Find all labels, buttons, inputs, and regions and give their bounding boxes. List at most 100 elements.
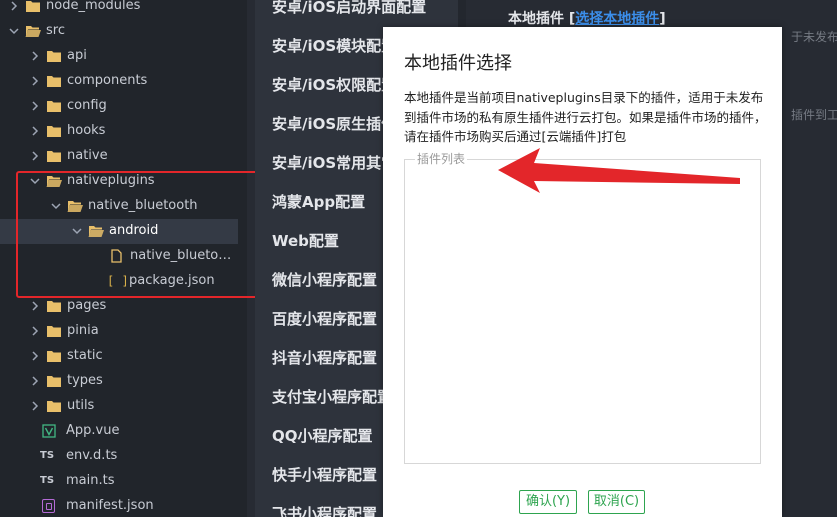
tree-item-main-ts[interactable]: TS main.ts xyxy=(0,469,247,494)
dialog-title: 本地插件选择 xyxy=(404,53,512,74)
tree-item-label: nativeplugins xyxy=(67,173,155,188)
tree-item-android[interactable]: android xyxy=(0,219,238,244)
folder-icon xyxy=(47,51,61,62)
file-icon xyxy=(111,249,122,263)
tree-item-label: env.d.ts xyxy=(66,448,118,463)
tree-item-static[interactable]: static xyxy=(0,344,247,369)
tree-item-label: api xyxy=(67,48,87,63)
tree-item-native[interactable]: native xyxy=(0,144,247,169)
tree-item-types[interactable]: types xyxy=(0,369,247,394)
chevron-right-icon[interactable] xyxy=(29,299,41,313)
tree-item-native-bluetooth[interactable]: native_bluetooth xyxy=(0,194,247,219)
chevron-down-icon[interactable] xyxy=(71,224,83,238)
chevron-down-icon[interactable] xyxy=(29,174,41,188)
tree-item-api[interactable]: api xyxy=(0,44,247,69)
settings-nav-item[interactable]: 安卓/iOS常用其它 xyxy=(272,151,396,175)
tree-item-label: config xyxy=(67,98,107,113)
tree-item-components[interactable]: components xyxy=(0,69,247,94)
chevron-right-icon[interactable] xyxy=(29,324,41,338)
tree-item-package-json[interactable]: [ ] package.json xyxy=(0,269,247,294)
settings-nav-item[interactable]: QQ小程序配置 xyxy=(272,424,373,448)
settings-nav-item[interactable]: 百度小程序配置 xyxy=(272,307,377,331)
tree-item-label: native_bluetoot... xyxy=(130,248,234,263)
tree-item-label: package.json xyxy=(129,273,215,288)
tree-item-native-bluetoot[interactable]: native_bluetoot... xyxy=(0,244,247,269)
tree-item-app-vue[interactable]: App.vue xyxy=(0,419,247,444)
plugin-list[interactable]: 插件列表 xyxy=(404,152,761,464)
folder-icon xyxy=(47,101,61,112)
chevron-right-icon[interactable] xyxy=(29,399,41,413)
chevron-down-icon[interactable] xyxy=(50,199,62,213)
settings-nav-item[interactable]: 飞书小程序配置 xyxy=(272,502,377,517)
tree-item-label: main.ts xyxy=(66,473,115,488)
folder-icon xyxy=(47,151,61,162)
folder-icon xyxy=(26,1,40,12)
settings-nav-item[interactable]: 安卓/iOS权限配置 xyxy=(272,73,396,97)
tree-item-nativeplugins[interactable]: nativeplugins xyxy=(0,169,247,194)
folder-icon xyxy=(47,401,61,412)
folder-open-icon xyxy=(88,226,104,237)
chevron-right-icon[interactable] xyxy=(29,124,41,138)
folder-icon xyxy=(47,326,61,337)
red-arrow-annotation xyxy=(498,148,740,193)
chevron-right-icon[interactable] xyxy=(29,74,41,88)
settings-nav-item[interactable]: 安卓/iOS原生插件 xyxy=(272,112,396,136)
json-file-icon: [ ] xyxy=(107,274,129,288)
local-plugin-header-suffix: ] xyxy=(659,11,666,27)
settings-nav-item[interactable]: 安卓/iOS模块配置 xyxy=(272,34,396,58)
chevron-right-icon[interactable] xyxy=(8,0,20,13)
explorer-scrollbar[interactable] xyxy=(238,0,247,517)
vue-file-icon xyxy=(42,424,56,438)
local-plugin-header: 本地插件 [选择本地插件] xyxy=(508,8,666,28)
settings-nav-item[interactable]: 快手小程序配置 xyxy=(272,463,377,487)
settings-nav-item[interactable]: 安卓/iOS启动界面配置 xyxy=(272,0,426,19)
tree-item-env-d-ts[interactable]: TS env.d.ts xyxy=(0,444,247,469)
tree-item-label: src xyxy=(46,23,65,38)
tree-item-label: static xyxy=(67,348,103,363)
local-plugin-header-prefix: 本地插件 [ xyxy=(508,11,576,27)
cancel-button[interactable]: 取消(C) xyxy=(588,490,645,514)
manifest-file-icon xyxy=(42,499,55,513)
tree-item-label: components xyxy=(67,73,148,88)
chevron-right-icon[interactable] xyxy=(29,149,41,163)
confirm-button[interactable]: 确认(Y) xyxy=(519,490,577,514)
settings-nav-item[interactable]: Web配置 xyxy=(272,229,339,253)
settings-nav-item[interactable]: 支付宝小程序配置 xyxy=(272,385,392,409)
folder-open-icon xyxy=(25,26,41,37)
tree-item-label: types xyxy=(67,373,103,388)
chevron-right-icon[interactable] xyxy=(29,99,41,113)
tree-item-pinia[interactable]: pinia xyxy=(0,319,247,344)
tree-item-label: pinia xyxy=(67,323,99,338)
settings-nav-item[interactable]: 鸿蒙App配置 xyxy=(272,190,365,214)
tree-item-label: pages xyxy=(67,298,107,313)
tree-item-label: native_bluetooth xyxy=(88,198,198,213)
folder-icon xyxy=(47,351,61,362)
faded-description-2: 插件到工程中 xyxy=(791,108,837,122)
tree-item-src[interactable]: src xyxy=(0,19,247,44)
tree-item-node-modules[interactable]: node_modules xyxy=(0,0,247,19)
plugin-list-legend: 插件列表 xyxy=(415,152,468,166)
local-plugin-dialog: 本地插件选择 本地插件是当前项目nativeplugins目录下的插件，适用于未… xyxy=(383,27,782,517)
select-local-plugin-link[interactable]: 选择本地插件 xyxy=(575,11,659,27)
chevron-right-icon[interactable] xyxy=(29,374,41,388)
faded-description-1: 于未发布到 xyxy=(791,30,837,44)
settings-nav-item[interactable]: 抖音小程序配置 xyxy=(272,346,377,370)
chevron-right-icon[interactable] xyxy=(29,49,41,63)
tree-item-utils[interactable]: utils xyxy=(0,394,247,419)
tree-item-label: manifest.json xyxy=(66,498,154,513)
chevron-right-icon[interactable] xyxy=(29,349,41,363)
tree-item-label: node_modules xyxy=(46,0,141,13)
tree-item-label: hooks xyxy=(67,123,106,138)
tree-item-hooks[interactable]: hooks xyxy=(0,119,247,144)
dialog-description: 本地插件是当前项目nativeplugins目录下的插件，适用于未发布到插件市场… xyxy=(404,90,767,144)
tree-item-label: android xyxy=(109,223,159,238)
folder-icon xyxy=(47,376,61,387)
tree-item-label: utils xyxy=(67,398,95,413)
tree-item-pages[interactable]: pages xyxy=(0,294,247,319)
tree-item-manifest-json[interactable]: manifest.json xyxy=(0,494,247,517)
typescript-file-icon: TS xyxy=(40,475,55,486)
settings-nav-item[interactable]: 微信小程序配置 xyxy=(272,268,377,292)
chevron-down-icon[interactable] xyxy=(8,24,20,38)
typescript-file-icon: TS xyxy=(40,450,55,461)
tree-item-config[interactable]: config xyxy=(0,94,247,119)
